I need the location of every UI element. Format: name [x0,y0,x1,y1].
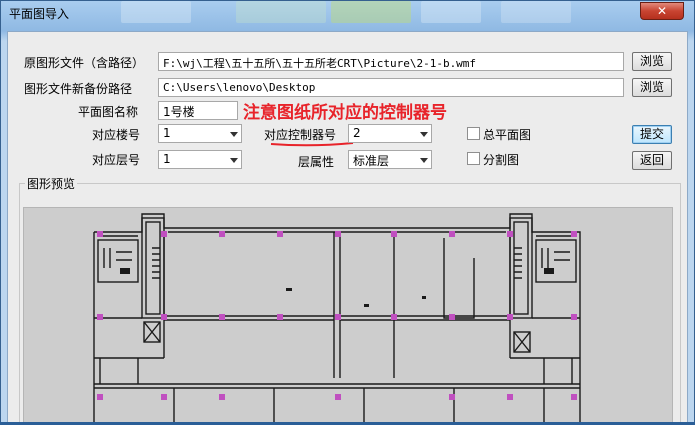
title-glow [421,1,481,23]
controller-select[interactable]: 2 [348,124,432,143]
chevron-down-icon [230,158,238,163]
original-path-field[interactable]: F:\wj\工程\五十五所\五十五所老CRT\Picture\2-1-b.wmf [158,52,624,71]
building-value: 1 [163,126,171,140]
title-glow [121,1,191,23]
title-bar[interactable]: 平面图导入 ✕ [1,1,694,25]
building-label: 对应楼号 [92,128,141,142]
chevron-down-icon [420,158,428,163]
back-button[interactable]: 返回 [632,151,672,170]
floor-value: 1 [163,152,171,166]
preview-group-title: 图形预览 [25,175,78,192]
master-plan-label: 总平面图 [483,128,532,142]
layer-attr-select[interactable]: 标准层 [348,150,432,169]
chevron-down-icon [420,132,428,137]
title-glow [331,1,411,23]
close-button[interactable]: ✕ [640,2,684,20]
split-plan-checkbox[interactable] [467,152,480,165]
master-plan-checkbox[interactable] [467,127,480,140]
browse-original-button[interactable]: 浏览 [632,52,672,71]
split-plan-label: 分割图 [483,153,520,167]
layer-attr-label: 层属性 [298,155,335,169]
backup-path-label: 图形文件新备份路径 [24,82,133,96]
controller-value: 2 [353,126,361,140]
browse-backup-button[interactable]: 浏览 [632,78,672,97]
floor-plan-drawing [93,213,581,422]
floor-plan-preview[interactable] [23,207,673,423]
title-glow [501,1,571,23]
plan-name-label: 平面图名称 [78,105,139,119]
floor-select[interactable]: 1 [158,150,242,169]
import-dialog: 平面图导入 ✕ 原图形文件（含路径） F:\wj\工程\五十五所\五十五所老CR… [0,0,695,425]
building-select[interactable]: 1 [158,124,242,143]
submit-button[interactable]: 提交 [632,125,672,144]
backup-path-field[interactable]: C:\Users\lenovo\Desktop [158,78,624,97]
plan-name-field[interactable]: 1号楼 [158,101,238,120]
window-title: 平面图导入 [9,7,70,21]
close-icon: ✕ [656,4,668,18]
annotation-note: 注意图纸所对应的控制器号 [243,103,447,123]
title-glow [236,1,326,23]
floor-label: 对应层号 [92,153,141,167]
layer-attr-value: 标准层 [353,154,390,168]
annotation-underline [270,142,354,147]
chevron-down-icon [230,132,238,137]
original-path-label: 原图形文件（含路径） [24,56,145,70]
